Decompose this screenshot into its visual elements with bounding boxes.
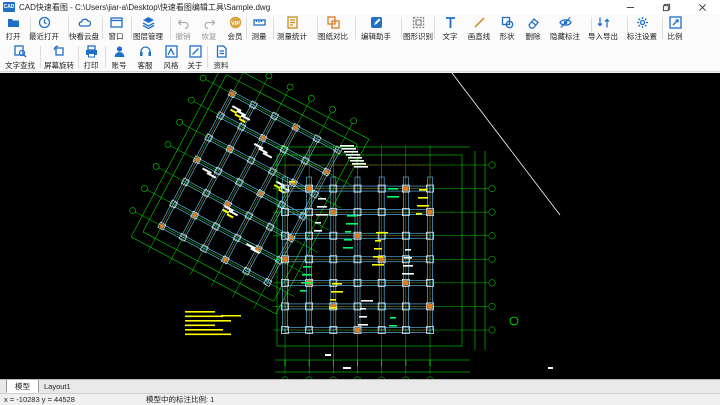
recent-button[interactable]: 最近打开 <box>24 14 64 42</box>
erase-label: 删除 <box>525 32 541 41</box>
restore-icon <box>662 3 670 11</box>
layers-icon <box>141 16 155 29</box>
hide-mark-button[interactable]: 隐藏标注 <box>545 14 585 42</box>
annotation-scale: 模型中的标注比例: 1 <box>146 395 215 404</box>
status-bar: x = -10283 y = 44528 模型中的标注比例: 1 <box>0 393 720 405</box>
docs-label: 资料 <box>213 61 229 70</box>
close-button[interactable] <box>684 0 720 14</box>
import-export-button[interactable]: 导入导出 <box>583 14 623 42</box>
shape-recog-icon <box>411 16 425 29</box>
close-icon <box>698 3 706 11</box>
toolbar-row-2: 文字查找 屏幕旋转 打印 账号 客服 风格 关于 资料 <box>0 43 720 71</box>
hide-mark-label: 隐藏标注 <box>550 32 580 41</box>
maximize-button[interactable] <box>648 0 684 14</box>
undo-icon <box>176 16 190 29</box>
tab-model[interactable]: 模型 <box>6 380 39 393</box>
compare-button[interactable]: 图纸对比 <box>313 14 353 42</box>
scale-button[interactable]: 比例 <box>655 14 695 42</box>
import-export-label: 导入导出 <box>588 32 618 41</box>
docs-icon <box>214 45 228 58</box>
window-controls <box>612 0 720 14</box>
gear-icon <box>635 16 649 29</box>
cursor-coordinates: x = -10283 y = 44528 <box>4 395 75 404</box>
redo-icon <box>202 16 216 29</box>
printer-icon <box>84 45 98 58</box>
measure-stats-button[interactable]: 测量统计 <box>272 14 312 42</box>
recent-label: 最近打开 <box>29 32 59 41</box>
print-label: 打印 <box>83 61 99 70</box>
info-icon <box>188 45 202 58</box>
edit-assist-label: 编辑助手 <box>361 32 391 41</box>
text-search-button[interactable]: 文字查找 <box>0 43 40 71</box>
clock-icon <box>37 16 51 29</box>
headset-icon <box>138 45 152 58</box>
shape-recog-label: 图形识别 <box>403 32 433 41</box>
user-icon <box>112 45 126 58</box>
measure-stats-label: 测量统计 <box>277 32 307 41</box>
minimize-icon <box>626 6 634 8</box>
cloud-icon <box>77 16 91 29</box>
open-label: 打开 <box>5 32 21 41</box>
window-label: 窗口 <box>108 32 124 41</box>
app-logo: CAD <box>3 2 15 12</box>
ruler-icon <box>252 16 266 29</box>
title-bar: CAD CAD快速看图 - C:\Users\jiar-a\Desktop\快速… <box>0 0 720 14</box>
text-search-label: 文字查找 <box>5 61 35 70</box>
import-export-icon <box>596 16 610 29</box>
window-icon <box>109 16 123 29</box>
eraser-icon <box>526 16 540 29</box>
text-search-icon <box>13 45 27 58</box>
scale-icon <box>668 16 682 29</box>
edit-assist-icon <box>369 16 383 29</box>
minimize-button[interactable] <box>612 0 648 14</box>
eye-off-icon <box>558 16 572 29</box>
line-icon <box>472 16 486 29</box>
drawing-canvas[interactable] <box>0 73 720 379</box>
text-icon <box>443 16 457 29</box>
tab-layout1[interactable]: Layout1 <box>36 380 79 393</box>
rotate-icon <box>52 45 66 58</box>
mark-settings-label: 标注设置 <box>627 32 657 41</box>
window-title: CAD快速看图 - C:\Users\jiar-a\Desktop\快速看图编辑… <box>19 2 271 12</box>
folder-icon <box>6 16 20 29</box>
scale-label: 比例 <box>667 32 683 41</box>
measure-stats-icon <box>285 16 299 29</box>
layers-label: 图层管理 <box>133 32 163 41</box>
layers-button[interactable]: 图层管理 <box>128 14 168 42</box>
shape-icon <box>500 16 514 29</box>
compare-label: 图纸对比 <box>318 32 348 41</box>
docs-button[interactable]: 资料 <box>201 43 241 71</box>
rotate-label: 屏幕旋转 <box>44 61 74 70</box>
layout-tab-bar: 模型 Layout1 <box>0 379 720 393</box>
toolbar: 打开 最近打开 快看云盘 窗口 图层管理 撤销 恢复 VIP 会员 测量 测量统计 图纸对比 编辑助手图… <box>0 14 720 72</box>
edit-assist-button[interactable]: 编辑助手 <box>356 14 396 42</box>
measure-label: 测量 <box>251 32 267 41</box>
toolbar-row-1: 打开 最近打开 快看云盘 窗口 图层管理 撤销 恢复 VIP 会员 测量 测量统计 图纸对比 编辑助手图… <box>0 14 720 42</box>
cloud-label: 快看云盘 <box>69 32 99 41</box>
cad-drawing <box>129 73 561 379</box>
text-label: 文字 <box>442 32 458 41</box>
app-window: CAD CAD快速看图 - C:\Users\jiar-a\Desktop\快速… <box>0 0 720 405</box>
compare-icon <box>326 16 340 29</box>
